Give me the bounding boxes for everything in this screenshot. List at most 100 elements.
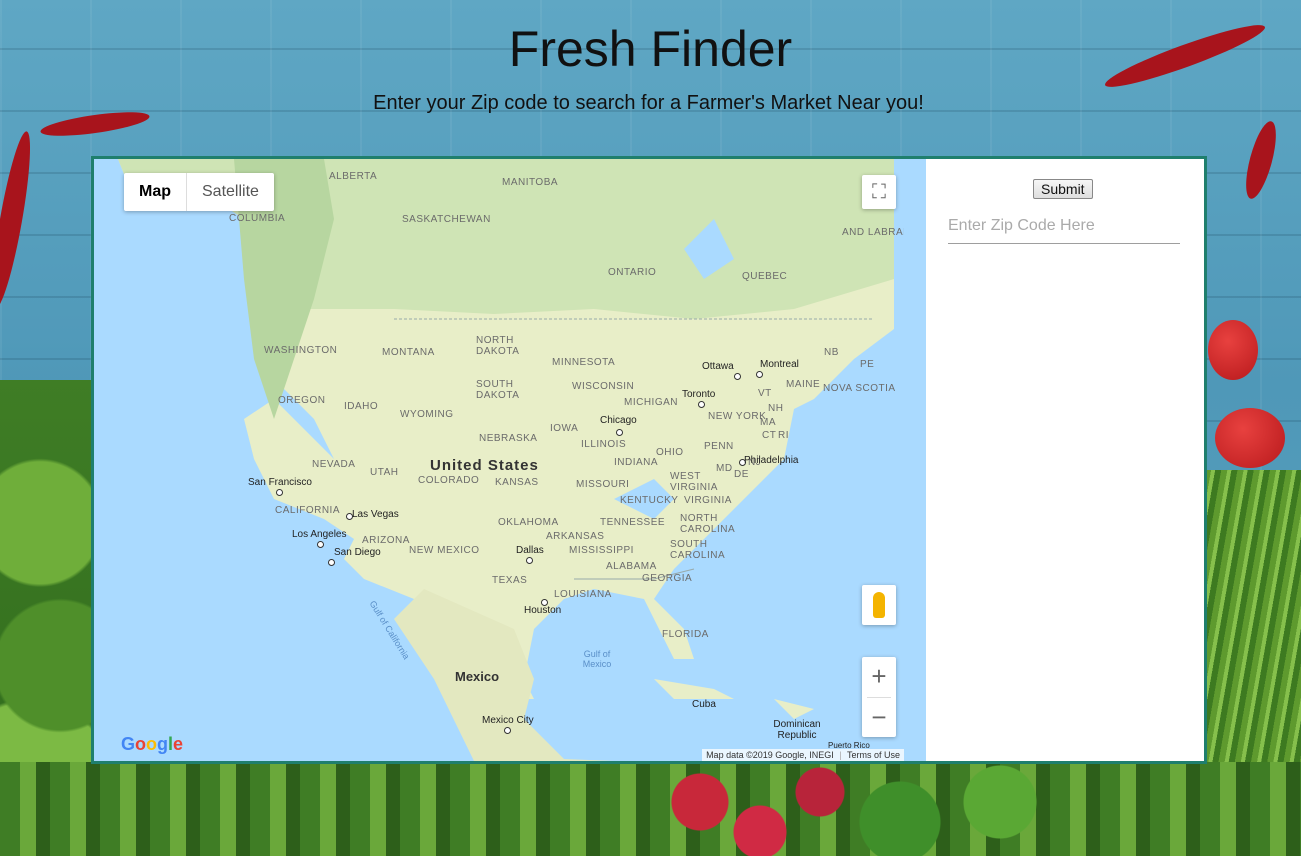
map-view[interactable]: Map Satellite ⛶ + − ALBERTA MANITOBA SAS… xyxy=(94,159,904,761)
map-label: CT xyxy=(762,430,777,441)
map-label: MAINE xyxy=(786,379,821,390)
map-label: MD xyxy=(716,463,733,474)
map-label: CALIFORNIA xyxy=(275,505,341,516)
city-label: Las Vegas xyxy=(352,509,399,520)
map-label: NEVADA xyxy=(312,459,356,470)
page-title: Fresh Finder xyxy=(508,21,793,77)
main-panel: Map Satellite ⛶ + − ALBERTA MANITOBA SAS… xyxy=(91,156,1207,764)
pegman-icon xyxy=(873,592,885,618)
fullscreen-button[interactable]: ⛶ xyxy=(862,175,896,209)
map-label: KENTUCKY xyxy=(620,495,679,506)
map-type-map-button[interactable]: Map xyxy=(124,173,187,211)
map-label: SOUTH DAKOTA xyxy=(476,379,520,401)
map-label: ALABAMA xyxy=(606,561,657,572)
map-label: TENNESSEE xyxy=(600,517,666,528)
map-label: AND LABRADO xyxy=(842,227,904,238)
city-marker xyxy=(698,401,705,408)
map-label: NEW YORK xyxy=(708,411,767,422)
zip-code-input[interactable] xyxy=(948,209,1180,244)
map-label: COLORADO xyxy=(418,475,480,486)
map-label: COLUMBIA xyxy=(229,213,286,224)
map-attribution: Map data ©2019 Google, INEGI | Terms of … xyxy=(702,749,904,761)
map-type-satellite-button[interactable]: Satellite xyxy=(187,173,274,211)
map-label: DE xyxy=(734,469,749,480)
map-label: VT xyxy=(758,388,772,399)
water-label: Gulf of Mexico xyxy=(582,649,612,669)
city-label: Dallas xyxy=(516,545,544,556)
city-marker xyxy=(276,489,283,496)
tomato-decoration xyxy=(1208,320,1258,380)
map-label: KANSAS xyxy=(495,477,539,488)
city-marker xyxy=(756,371,763,378)
search-sidebar: Submit xyxy=(926,159,1204,761)
map-label: WEST VIRGINIA xyxy=(670,471,718,493)
map-label: WISCONSIN xyxy=(572,381,635,392)
city-label: San Francisco xyxy=(248,477,312,488)
street-view-pegman[interactable] xyxy=(862,585,896,625)
city-label: Chicago xyxy=(600,415,637,426)
tomato-decoration xyxy=(1215,408,1285,468)
city-label: Toronto xyxy=(682,389,716,400)
terms-of-use-link[interactable]: Terms of Use xyxy=(847,750,900,760)
chili-pepper-decoration xyxy=(0,129,38,311)
map-label: PE xyxy=(860,359,875,370)
city-label: Montreal xyxy=(760,359,799,370)
map-label: LOUISIANA xyxy=(554,589,612,600)
map-label: TEXAS xyxy=(492,575,528,586)
city-marker xyxy=(504,727,511,734)
map-attribution-text: Map data ©2019 Google, INEGI xyxy=(706,750,834,760)
map-label: MONTANA xyxy=(382,347,435,358)
map-label: IOWA xyxy=(550,423,579,434)
map-type-control: Map Satellite xyxy=(124,173,274,211)
background-vegetables-bottom xyxy=(0,762,1301,856)
map-label: MA xyxy=(760,417,776,428)
map-label: NH xyxy=(768,403,784,414)
city-marker xyxy=(317,541,324,548)
map-label: VIRGINIA xyxy=(684,495,732,506)
page-subtitle: Enter your Zip code to search for a Farm… xyxy=(373,92,924,114)
map-label: ONTARIO xyxy=(608,267,657,278)
map-label: NORTH CAROLINA xyxy=(680,513,736,535)
country-label: Cuba xyxy=(692,699,716,710)
map-label: SASKATCHEWAN xyxy=(402,214,491,225)
map-label: GEORGIA xyxy=(642,573,693,584)
map-label: IDAHO xyxy=(344,401,379,412)
city-label: Ottawa xyxy=(702,361,734,372)
map-label: WYOMING xyxy=(400,409,454,420)
zoom-control: + − xyxy=(862,657,896,737)
map-label: MISSISSIPPI xyxy=(569,545,634,556)
map-label: NORTH DAKOTA xyxy=(476,335,520,357)
map-label: QUEBEC xyxy=(742,271,788,282)
city-label: Mexico City xyxy=(482,715,534,726)
zoom-in-button[interactable]: + xyxy=(871,657,886,697)
city-label: Houston xyxy=(524,605,562,616)
map-label: OKLAHOMA xyxy=(498,517,559,528)
city-marker xyxy=(616,429,623,436)
map-label: UTAH xyxy=(370,467,399,478)
submit-button[interactable]: Submit xyxy=(1033,179,1093,199)
country-label: Dominican Republic xyxy=(773,719,821,741)
city-marker xyxy=(526,557,533,564)
city-marker xyxy=(328,559,335,566)
map-label: OREGON xyxy=(278,395,326,406)
map-label: ALBERTA xyxy=(329,171,378,182)
map-label: ARKANSAS xyxy=(546,531,605,542)
zoom-out-button[interactable]: − xyxy=(867,696,891,738)
map-label: ILLINOIS xyxy=(581,439,627,450)
map-label: NOVA SCOTIA xyxy=(823,383,896,394)
city-label: Los Angeles xyxy=(292,529,347,540)
google-logo: Google xyxy=(121,734,184,754)
map-label: MICHIGAN xyxy=(624,397,678,408)
map-label: SOUTH CAROLINA xyxy=(670,539,726,561)
map-label: FLORIDA xyxy=(662,629,709,640)
map-label: RI xyxy=(778,430,789,441)
map-edge-strip xyxy=(904,159,926,761)
fullscreen-icon: ⛶ xyxy=(872,180,886,203)
map-label: WASHINGTON xyxy=(264,345,338,356)
map-label: MINNESOTA xyxy=(552,357,616,368)
map-label: MISSOURI xyxy=(576,479,630,490)
map-label: OHIO xyxy=(656,447,684,458)
chili-pepper-decoration xyxy=(1240,118,1282,202)
map-label: NEW MEXICO xyxy=(409,545,480,556)
country-label: United States xyxy=(430,457,539,474)
